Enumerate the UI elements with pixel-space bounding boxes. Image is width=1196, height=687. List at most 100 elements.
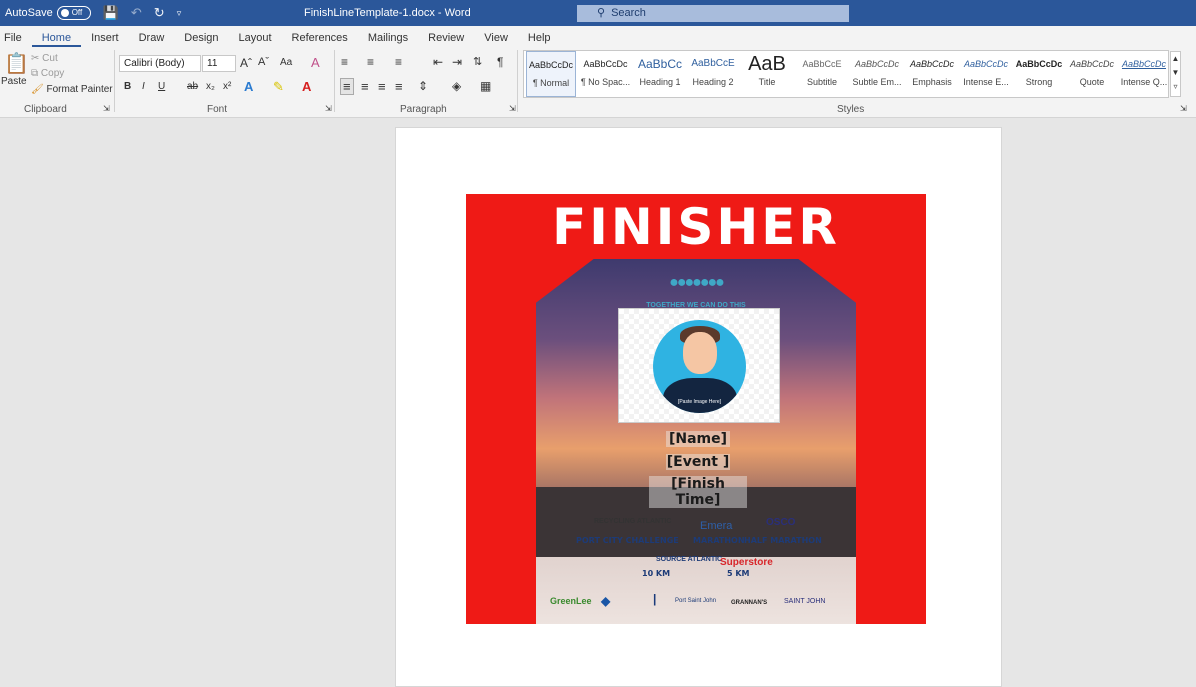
undo-icon[interactable]: ↶	[131, 5, 142, 21]
style-intense-emphasis[interactable]: AaBbCcDc Intense E...	[961, 51, 1011, 97]
source-atlantic-logo: SOURCE ATLANTIC	[656, 556, 723, 563]
paste-icon[interactable]: 📋	[4, 51, 29, 76]
numbering-icon[interactable]: ≡	[367, 55, 374, 69]
superstore-logo: Superstore	[720, 557, 773, 568]
font-launcher-icon[interactable]: ⇲	[325, 104, 332, 113]
grannans-logo: GRANNAN'S	[731, 600, 768, 606]
paragraph-launcher-icon[interactable]: ⇲	[509, 104, 516, 113]
style-strong[interactable]: AaBbCcDc Strong	[1014, 51, 1064, 97]
increase-indent-icon[interactable]: ⇥	[452, 55, 462, 69]
borders-icon[interactable]: ▦	[480, 79, 491, 93]
customize-toolbar-icon[interactable]: ▿	[177, 8, 182, 19]
styles-launcher-icon[interactable]: ⇲	[1180, 104, 1187, 113]
format-painter-button[interactable]: 🖌 Format Painter	[31, 84, 113, 95]
paste-image-text: [Paste Image Here]	[677, 399, 722, 405]
style-subtitle[interactable]: AaBbCcE Subtitle	[796, 51, 848, 97]
highlight-icon[interactable]: ✎	[273, 79, 284, 95]
align-left-icon[interactable]: ≡	[340, 78, 354, 95]
style-emphasis[interactable]: AaBbCcDc Emphasis	[906, 51, 958, 97]
style-heading-1[interactable]: AaBbCc Heading 1	[635, 51, 685, 97]
style-heading-2[interactable]: AaBbCcE Heading 2	[688, 51, 738, 97]
saint-john-logo: SAINT JOHN	[784, 598, 826, 605]
photo-placeholder[interactable]: [Paste Image Here]	[618, 308, 780, 423]
save-icon[interactable]: 💾	[103, 5, 119, 21]
tab-mailings[interactable]: Mailings	[358, 32, 418, 44]
change-case-button[interactable]: Aa	[280, 57, 292, 68]
font-family-select[interactable]: Calibri (Body)	[119, 55, 201, 72]
subscript-icon[interactable]: x₂	[206, 81, 215, 92]
font-size-select[interactable]: 11	[202, 55, 236, 72]
sail-logo: |	[653, 592, 657, 606]
grow-font-icon[interactable]: Aˆ	[240, 56, 252, 70]
search-icon: ⚲	[597, 7, 606, 19]
autosave-toggle[interactable]: Off	[56, 6, 91, 20]
text-effects-icon[interactable]: A	[244, 79, 253, 94]
brush-icon: 🖌	[31, 84, 44, 95]
underline-button[interactable]: U	[158, 81, 165, 92]
style-normal[interactable]: AaBbCcDc ¶ Normal	[526, 51, 576, 97]
style-subtle-emphasis[interactable]: AaBbCcDc Subtle Em...	[851, 51, 903, 97]
document-title: FinishLineTemplate-1.docx - Word	[304, 7, 471, 19]
decrease-indent-icon[interactable]: ⇤	[433, 55, 443, 69]
autosave-label: AutoSave	[5, 7, 53, 19]
tab-file[interactable]: File	[0, 32, 32, 44]
pilcrow-icon[interactable]: ¶	[497, 55, 503, 69]
copy-button[interactable]: ⧉ Copy	[31, 68, 64, 79]
tab-review[interactable]: Review	[418, 32, 474, 44]
copy-icon: ⧉	[31, 68, 39, 79]
align-center-icon[interactable]: ≡	[361, 79, 369, 94]
strikethrough-button[interactable]: ab	[187, 81, 198, 92]
tab-view[interactable]: View	[474, 32, 518, 44]
bold-button[interactable]: B	[124, 81, 131, 92]
shrink-font-icon[interactable]: Aˇ	[258, 56, 269, 68]
font-color-icon[interactable]: A	[302, 79, 311, 94]
font-group-label: Font	[207, 104, 228, 115]
tab-insert[interactable]: Insert	[81, 32, 129, 44]
style-no-spacing[interactable]: AaBbCcDc ¶ No Spac...	[579, 51, 632, 97]
scissors-icon: ✂	[31, 53, 40, 64]
tab-design[interactable]: Design	[174, 32, 228, 44]
ribbon: 📋 Paste ✂ Cut ⧉ Copy 🖌 Format Painter Cl…	[0, 47, 1196, 118]
event-label-5km: 5 KM	[727, 569, 750, 578]
style-title[interactable]: AaB Title	[741, 51, 793, 97]
cut-button[interactable]: ✂ Cut	[31, 53, 58, 64]
name-field[interactable]: [Name]	[666, 431, 730, 447]
clipboard-launcher-icon[interactable]: ⇲	[103, 104, 110, 113]
tab-draw[interactable]: Draw	[129, 32, 175, 44]
align-right-icon[interactable]: ≡	[378, 79, 386, 94]
clear-formatting-icon[interactable]: A	[311, 55, 320, 70]
osco-logo: OSCO	[766, 517, 796, 528]
style-quote[interactable]: AaBbCcDc Quote	[1067, 51, 1117, 97]
sort-icon[interactable]: ⇅	[473, 55, 482, 68]
multilevel-list-icon[interactable]: ≡	[395, 55, 402, 69]
finisher-certificate[interactable]: FINISHER ●●●●●●● TOGETHER WE CAN DO THIS…	[466, 194, 926, 624]
line-spacing-icon[interactable]: ⇕	[418, 79, 428, 93]
styles-scroll[interactable]: ▲ ▼ ▿	[1170, 51, 1181, 97]
styles-gallery[interactable]: AaBbCcDc ¶ Normal AaBbCcDc ¶ No Spac... Aa…	[523, 50, 1169, 98]
paste-button[interactable]: Paste	[1, 76, 27, 87]
bullets-icon[interactable]: ≡	[341, 55, 348, 69]
avatar: [Paste Image Here]	[653, 320, 746, 413]
title-bar: AutoSave Off 💾 ↶ ↻ ▿ FinishLineTemplate-…	[0, 0, 1196, 26]
tab-help[interactable]: Help	[518, 32, 561, 44]
runners-crowd-icon: ●●●●●●●	[669, 274, 725, 291]
styles-group-label: Styles	[837, 104, 865, 115]
greenlee-logo: GreenLee	[550, 596, 592, 606]
italic-button[interactable]: I	[142, 81, 145, 92]
redo-icon[interactable]: ↻	[154, 5, 165, 21]
emera-logo: Emera	[700, 520, 733, 532]
superscript-icon[interactable]: x²	[223, 81, 231, 92]
search-box[interactable]: ⚲ Search	[577, 5, 849, 22]
style-intense-quote[interactable]: AaBbCcDc Intense Q...	[1120, 51, 1168, 97]
tab-references[interactable]: References	[282, 32, 358, 44]
justify-icon[interactable]: ≡	[395, 79, 403, 94]
shading-icon[interactable]: ◈	[452, 79, 461, 93]
tab-layout[interactable]: Layout	[229, 32, 282, 44]
tab-home[interactable]: Home	[31, 32, 82, 47]
port-saint-john-logo: Port Saint John	[675, 598, 717, 604]
finish-time-field[interactable]: [Finish Time]	[649, 476, 747, 508]
event-field[interactable]: [Event ]	[666, 454, 730, 470]
recycling-atlantic-logo: RECYCLING ATLANTIC	[594, 518, 672, 525]
paragraph-group-label: Paragraph	[400, 104, 447, 115]
dominos-logo: ◆	[601, 594, 611, 608]
